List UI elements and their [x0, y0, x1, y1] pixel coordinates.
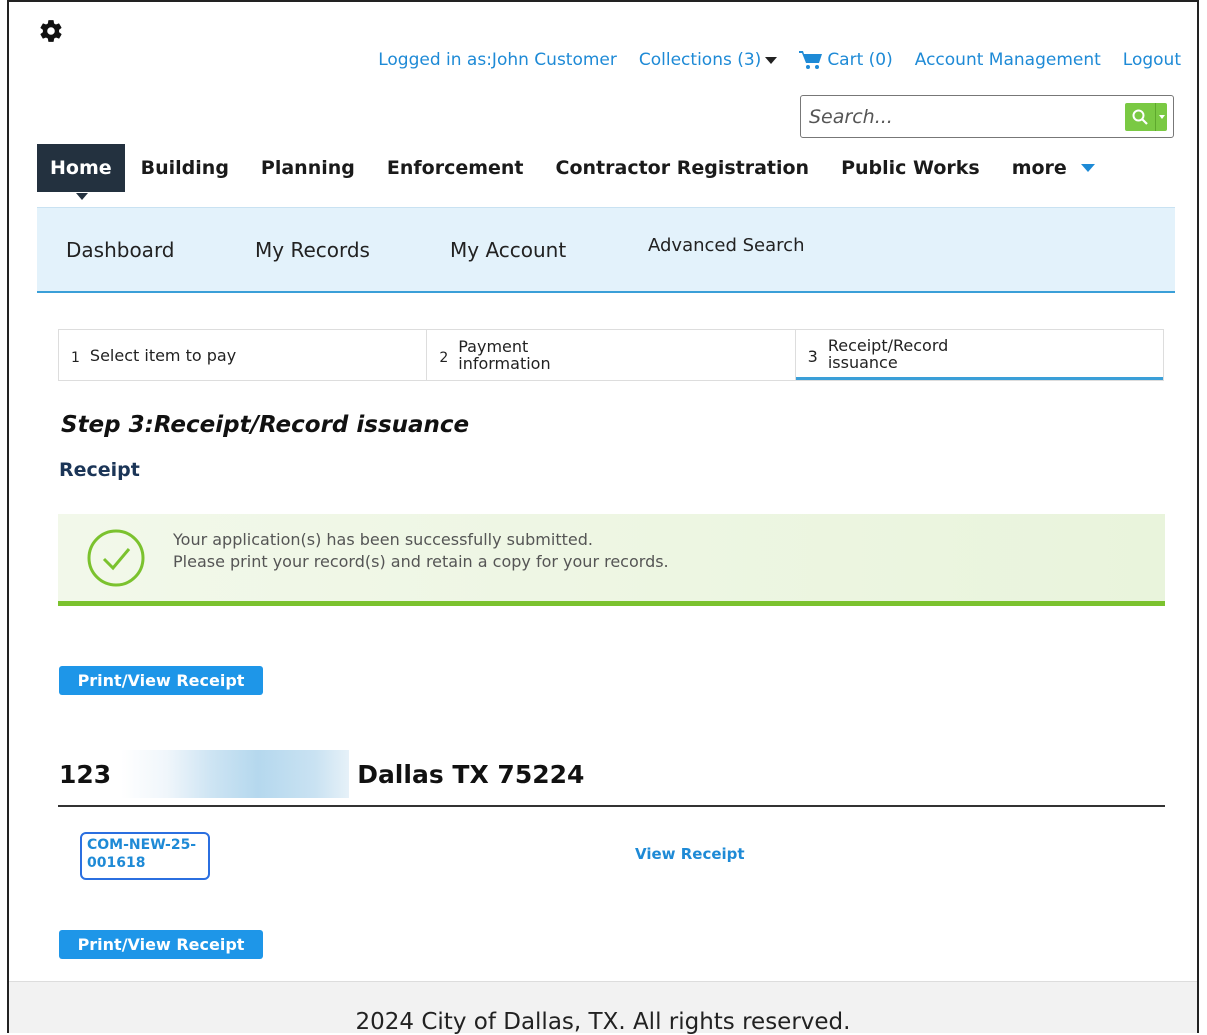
top-links: Logged in as:John Customer Collections (… — [378, 50, 1181, 70]
nav-more[interactable]: more — [996, 144, 1111, 192]
account-management-link[interactable]: Account Management — [915, 50, 1101, 70]
step-label: Payment information — [458, 337, 551, 373]
step-3: 3 Receipt/Record issuance — [795, 330, 1163, 380]
search-icon — [1125, 103, 1155, 131]
logout-link[interactable]: Logout — [1123, 50, 1181, 70]
record-address: 123 Dallas TX 75224 — [59, 750, 584, 798]
step-1: 1 Select item to pay — [59, 330, 428, 380]
gear-icon[interactable] — [38, 18, 64, 44]
caret-down-icon — [1158, 114, 1165, 119]
step-label: Select item to pay — [89, 345, 237, 365]
subnav-advanced-search[interactable]: Advanced Search — [648, 235, 804, 256]
cart-label: Cart (0) — [827, 50, 893, 70]
nav-more-label: more — [1011, 157, 1067, 179]
section-title: Receipt — [59, 459, 140, 481]
success-message: Your application(s) has been successfull… — [58, 514, 1165, 606]
nav-enforcement[interactable]: Enforcement — [371, 144, 540, 192]
print-view-receipt-button-bottom[interactable]: Print/View Receipt — [59, 930, 263, 959]
address-number: 123 — [59, 759, 112, 789]
cart-link[interactable]: Cart (0) — [799, 50, 893, 70]
step-label: Receipt/Record issuance — [827, 335, 949, 372]
record-id-link[interactable]: COM-NEW-25-001618 — [80, 832, 210, 880]
progress-steps: 1 Select item to pay 2 Payment informati… — [58, 329, 1164, 381]
collections-label: Collections (3) — [638, 50, 762, 70]
check-circle-icon — [87, 529, 145, 587]
sub-nav: Dashboard My Records My Account Advanced… — [37, 207, 1175, 293]
caret-down-icon — [1080, 164, 1095, 172]
divider — [58, 805, 1165, 807]
nav-home[interactable]: Home — [37, 144, 125, 200]
nav-public-works[interactable]: Public Works — [825, 144, 996, 192]
main-nav: Home Building Planning Enforcement Contr… — [37, 144, 1111, 200]
search-box — [800, 95, 1174, 138]
search-input[interactable] — [801, 104, 1125, 129]
cart-icon — [799, 51, 823, 69]
success-text-line2: Please print your record(s) and retain a… — [173, 552, 669, 571]
success-text-line1: Your application(s) has been successfull… — [173, 530, 593, 549]
subnav-dashboard[interactable]: Dashboard — [66, 238, 175, 262]
footer-text: 2024 City of Dallas, TX. All rights rese… — [355, 1009, 851, 1035]
step-number: 3 — [807, 347, 818, 366]
step-number: 1 — [71, 350, 80, 366]
subnav-my-records[interactable]: My Records — [255, 238, 370, 262]
step-2: 2 Payment information — [427, 330, 796, 380]
search-button[interactable] — [1125, 102, 1167, 131]
print-view-receipt-button[interactable]: Print/View Receipt — [59, 666, 263, 695]
address-city: Dallas TX 75224 — [357, 759, 585, 789]
footer: 2024 City of Dallas, TX. All rights rese… — [9, 981, 1197, 1035]
nav-building[interactable]: Building — [125, 144, 245, 192]
caret-down-icon — [765, 56, 778, 64]
logged-in-link[interactable]: Logged in as:John Customer — [378, 50, 617, 70]
view-receipt-link[interactable]: View Receipt — [635, 845, 745, 863]
nav-planning[interactable]: Planning — [245, 144, 371, 192]
page-title: Step 3:Receipt/Record issuance — [61, 412, 470, 438]
step-number: 2 — [439, 350, 449, 366]
search-options-dropdown[interactable] — [1155, 102, 1167, 131]
nav-contractor-registration[interactable]: Contractor Registration — [540, 144, 826, 192]
subnav-my-account[interactable]: My Account — [450, 238, 566, 262]
redacted-street — [121, 750, 350, 798]
collections-link[interactable]: Collections (3) — [638, 50, 778, 70]
